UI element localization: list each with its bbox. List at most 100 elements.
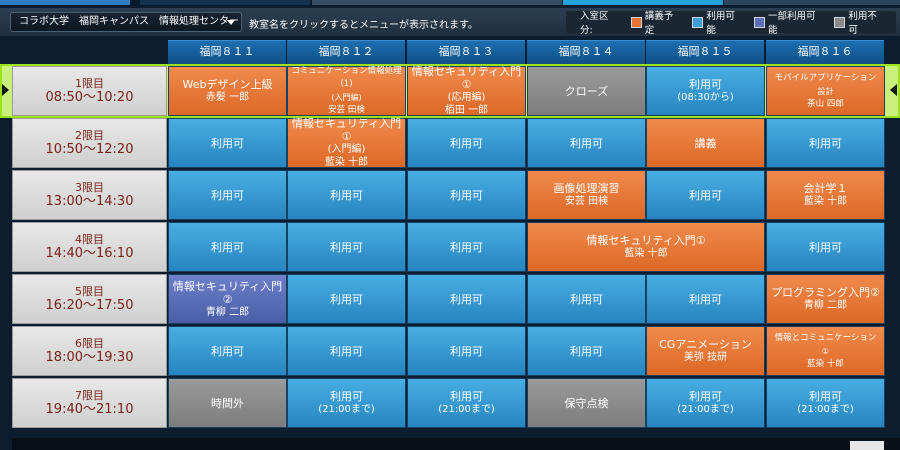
schedule-slot[interactable]: 利用可 (21:00まで): [407, 378, 526, 428]
schedule-slot[interactable]: 利用可: [168, 326, 287, 376]
schedule-slot[interactable]: 利用可: [766, 118, 885, 168]
top-tab[interactable]: [563, 0, 723, 5]
period-label: 6限目 18:00〜19:30: [12, 326, 167, 376]
schedule-slot[interactable]: 利用可 (21:00まで): [766, 378, 885, 428]
slot-text: (入門編): [331, 93, 362, 102]
slot-text: 藍染 十郎: [807, 358, 844, 369]
slot-text: 情報セキュリティ入門①: [586, 234, 706, 247]
slot-text: クローズ: [564, 84, 609, 98]
period-name: 4限目: [75, 232, 104, 246]
room-header-6[interactable]: 福岡８１６: [766, 40, 884, 64]
legend: 入室区分: 講義予定 利用可能 一部利用可能 利用不可: [566, 8, 896, 36]
schedule-slot[interactable]: 利用可: [287, 326, 406, 376]
slot-text: 藍染 十郎: [624, 248, 668, 259]
legend-swatch: [834, 16, 846, 28]
period-label: 1限目 08:50〜10:20: [12, 66, 167, 116]
schedule-slot[interactable]: 時間外: [168, 378, 287, 428]
schedule-slot[interactable]: 利用可: [287, 170, 406, 220]
bottom-bar: [12, 438, 900, 450]
schedule-slot[interactable]: 利用可: [168, 118, 287, 168]
campus-select-value: コラボ大学 福岡キャンパス 情報処理センター: [19, 16, 239, 27]
room-header-2[interactable]: 福岡８１２: [287, 40, 405, 64]
slot-text: 利用可: [689, 188, 722, 202]
slot-text: 利用可: [450, 390, 483, 403]
slot-text: 会計学１: [803, 182, 848, 195]
room-header-5[interactable]: 福岡８１５: [646, 40, 764, 64]
schedule-slot[interactable]: 利用可: [287, 274, 406, 324]
slot-text: 栢田 一郎: [444, 105, 489, 116]
schedule-slot[interactable]: 利用可: [646, 274, 765, 324]
slot-text: (21:00まで): [677, 404, 734, 415]
slot-text: 利用可: [211, 240, 244, 254]
campus-select[interactable]: コラボ大学 福岡キャンパス 情報処理センター: [10, 12, 242, 32]
schedule-slot[interactable]: コミュニケーション情報処理(1) (入門編) 安芸 田検: [287, 66, 406, 116]
slot-text: ①: [821, 346, 830, 356]
slot-text: 利用可: [689, 390, 722, 403]
schedule-slot[interactable]: 画像処理演習 安芸 田検: [527, 170, 646, 220]
slot-text: 青柳 二郎: [803, 300, 848, 311]
legend-item: 講義予定: [630, 8, 683, 36]
schedule-slot[interactable]: 利用可: [407, 118, 526, 168]
slot-text: コミュニケーション情報処理(1): [291, 66, 402, 89]
slot-text: 藍染 十郎: [803, 196, 848, 207]
room-header-4[interactable]: 福岡８１４: [527, 40, 645, 64]
schedule-slot[interactable]: 利用可: [168, 222, 287, 272]
slot-text: (応用編): [447, 92, 486, 103]
schedule-slot[interactable]: 利用可: [646, 170, 765, 220]
room-header-3[interactable]: 福岡８１３: [407, 40, 525, 64]
slot-text: 設計: [817, 86, 834, 96]
schedule-slot[interactable]: 利用可: [407, 222, 526, 272]
schedule-slot[interactable]: 保守点検: [527, 378, 646, 428]
schedule-slot[interactable]: 利用可: [527, 118, 646, 168]
schedule-slot[interactable]: 利用可: [168, 170, 287, 220]
slot-text: (入門編): [327, 144, 366, 155]
schedule-slot[interactable]: 情報セキュリティ入門① 藍染 十郎: [527, 222, 765, 272]
schedule-slot[interactable]: 利用可: [407, 326, 526, 376]
top-tab[interactable]: [0, 0, 130, 5]
slot-text: 美弥 技研: [683, 352, 728, 363]
schedule-slot[interactable]: 利用可: [527, 326, 646, 376]
schedule-slot[interactable]: 利用可: [527, 274, 646, 324]
schedule-slot[interactable]: 利用可 (08:30から): [646, 66, 765, 116]
slot-text: 情報セキュリティ入門①: [411, 65, 522, 91]
schedule-slot[interactable]: Webデザイン上級 赤髪 一郎: [168, 66, 287, 116]
slot-text: 時間外: [211, 396, 244, 410]
schedule-slot[interactable]: 利用可: [407, 170, 526, 220]
legend-swatch: [754, 16, 765, 28]
slot-text: 利用可: [211, 136, 244, 150]
period-label: 4限目 14:40〜16:10: [12, 222, 167, 272]
schedule-slot[interactable]: クローズ: [527, 66, 646, 116]
schedule-slot[interactable]: 利用可 (21:00まで): [646, 378, 765, 428]
period-time: 10:50〜12:20: [45, 141, 134, 157]
slot-text: 安芸 田検: [564, 196, 609, 207]
top-tab[interactable]: [312, 0, 562, 5]
schedule-slot[interactable]: 利用可: [287, 222, 406, 272]
schedule-slot[interactable]: 講義: [646, 118, 765, 168]
schedule-slot[interactable]: 情報セキュリティ入門① (応用編) 栢田 一郎: [407, 65, 526, 116]
slot-text: 利用可: [809, 136, 842, 150]
slot-text: 利用可: [330, 390, 363, 403]
schedule-slot[interactable]: モバイルアプリケーション 設計 茶山 四郎: [766, 66, 885, 116]
period-time: 08:50〜10:20: [45, 89, 134, 105]
slot-text: CGアニメーション: [659, 338, 752, 351]
top-tab[interactable]: [140, 0, 310, 5]
schedule-slot[interactable]: プログラミング入門② 青柳 二郎: [766, 274, 885, 324]
schedule-slot[interactable]: 会計学１ 藍染 十郎: [766, 170, 885, 220]
top-tab[interactable]: [724, 0, 900, 5]
period-name: 1限目: [75, 76, 104, 90]
schedule-slot[interactable]: 利用可: [407, 274, 526, 324]
period-label: 7限目 19:40〜21:10: [12, 378, 167, 428]
period-name: 3限目: [75, 180, 104, 194]
schedule-slot[interactable]: 情報とコミュニケーション ① 藍染 十郎: [766, 326, 885, 376]
slot-text: (21:00まで): [797, 404, 854, 415]
schedule-slot[interactable]: 情報セキュリティ入門② 青柳 二郎: [168, 274, 287, 324]
header-bar: コラボ大学 福岡キャンパス 情報処理センター 教室名をクリックするとメニューが表…: [0, 8, 900, 36]
schedule-slot[interactable]: 情報セキュリティ入門① (入門編) 藍染 十郎: [287, 117, 406, 168]
slot-text: 講義: [694, 136, 717, 150]
schedule-slot[interactable]: CGアニメーション 美弥 技研: [646, 326, 765, 376]
room-header-1[interactable]: 福岡８１１: [168, 40, 286, 64]
schedule-slot[interactable]: 利用可: [766, 222, 885, 272]
schedule-slot[interactable]: 利用可 (21:00まで): [287, 378, 406, 428]
slot-text: 利用可: [570, 292, 603, 306]
slot-text: 情報とコミュニケーション: [774, 332, 877, 343]
